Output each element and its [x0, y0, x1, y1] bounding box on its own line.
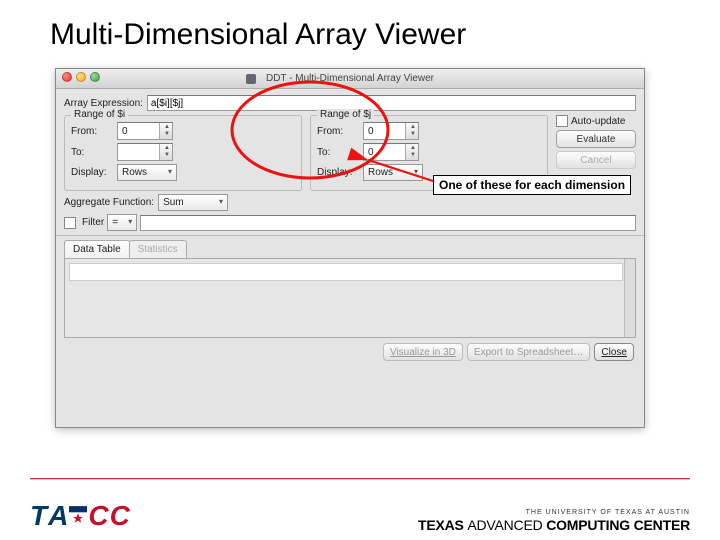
- window-body: Array Expression: Range of $i From: 0▲▼ …: [56, 89, 644, 427]
- tab-statistics[interactable]: Statistics: [129, 240, 187, 258]
- close-icon[interactable]: [62, 72, 72, 82]
- minimize-icon[interactable]: [76, 72, 86, 82]
- range-i-to-spin[interactable]: ▲▼: [117, 143, 173, 161]
- filter-row: Filter =: [64, 214, 636, 231]
- range-j-to-spin[interactable]: 0▲▼: [363, 143, 419, 161]
- export-button[interactable]: Export to Spreadsheet…: [467, 343, 591, 361]
- auto-update-label: Auto-update: [571, 116, 626, 127]
- separator: [56, 235, 644, 236]
- filter-label: Filter: [82, 217, 104, 228]
- evaluate-button[interactable]: Evaluate: [556, 130, 636, 148]
- aggregate-row: Aggregate Function: Sum: [64, 194, 636, 211]
- tacc-full-name: TEXAS ADVANCED COMPUTING CENTER: [418, 518, 690, 532]
- zoom-icon[interactable]: [90, 72, 100, 82]
- range-j-from-label: From:: [317, 126, 359, 137]
- filter-op-combo[interactable]: =: [107, 214, 137, 231]
- tacc-full-logo: THE UNIVERSITY OF TEXAS AT AUSTIN TEXAS …: [418, 509, 690, 532]
- range-j-display-label: Display:: [317, 167, 359, 178]
- viewer-window: DDT - Multi-Dimensional Array Viewer Arr…: [55, 68, 645, 428]
- footer-rule: [30, 478, 690, 479]
- range-i-from-spin[interactable]: 0▲▼: [117, 122, 173, 140]
- range-i-legend: Range of $i: [71, 109, 128, 120]
- slide-title: Multi-Dimensional Array Viewer: [0, 0, 720, 58]
- auto-update-checkbox[interactable]: [556, 115, 568, 127]
- range-j-display-combo[interactable]: Rows: [363, 164, 423, 181]
- app-icon: [246, 74, 256, 84]
- data-table-area: [64, 258, 636, 338]
- footer: TA CC THE UNIVERSITY OF TEXAS AT AUSTIN …: [0, 478, 720, 532]
- tab-data-table[interactable]: Data Table: [64, 240, 130, 258]
- star-icon: [69, 505, 87, 527]
- close-button[interactable]: Close: [594, 343, 634, 361]
- cancel-button[interactable]: Cancel: [556, 151, 636, 169]
- range-i-group: Range of $i From: 0▲▼ To: ▲▼ Display: Ro…: [64, 115, 302, 191]
- tabs: Data Table Statistics: [64, 240, 636, 258]
- university-name: THE UNIVERSITY OF TEXAS AT AUSTIN: [418, 509, 690, 516]
- window-title: DDT - Multi-Dimensional Array Viewer: [266, 73, 434, 84]
- range-j-to-label: To:: [317, 147, 359, 158]
- range-i-display-label: Display:: [71, 167, 113, 178]
- tacc-logo: TA CC: [30, 500, 130, 532]
- range-j-legend: Range of $j: [317, 109, 374, 120]
- range-i-from-label: From:: [71, 126, 113, 137]
- filter-checkbox[interactable]: [64, 217, 76, 229]
- bottom-buttons: Visualize in 3D Export to Spreadsheet… C…: [64, 343, 634, 361]
- window-controls: [62, 72, 100, 82]
- range-i-display-combo[interactable]: Rows: [117, 164, 177, 181]
- visualize-3d-button[interactable]: Visualize in 3D: [383, 343, 463, 361]
- aggregate-combo[interactable]: Sum: [158, 194, 228, 211]
- aggregate-label: Aggregate Function:: [64, 197, 154, 208]
- callout-label: One of these for each dimension: [433, 175, 631, 195]
- data-table[interactable]: [69, 263, 623, 281]
- vertical-scrollbar[interactable]: [624, 259, 635, 337]
- range-i-to-label: To:: [71, 147, 113, 158]
- filter-input[interactable]: [140, 215, 636, 231]
- window-titlebar: DDT - Multi-Dimensional Array Viewer: [56, 69, 644, 89]
- range-j-from-spin[interactable]: 0▲▼: [363, 122, 419, 140]
- auto-update-row: Auto-update: [556, 115, 636, 127]
- expression-label: Array Expression:: [64, 98, 143, 109]
- expression-input[interactable]: [147, 95, 636, 111]
